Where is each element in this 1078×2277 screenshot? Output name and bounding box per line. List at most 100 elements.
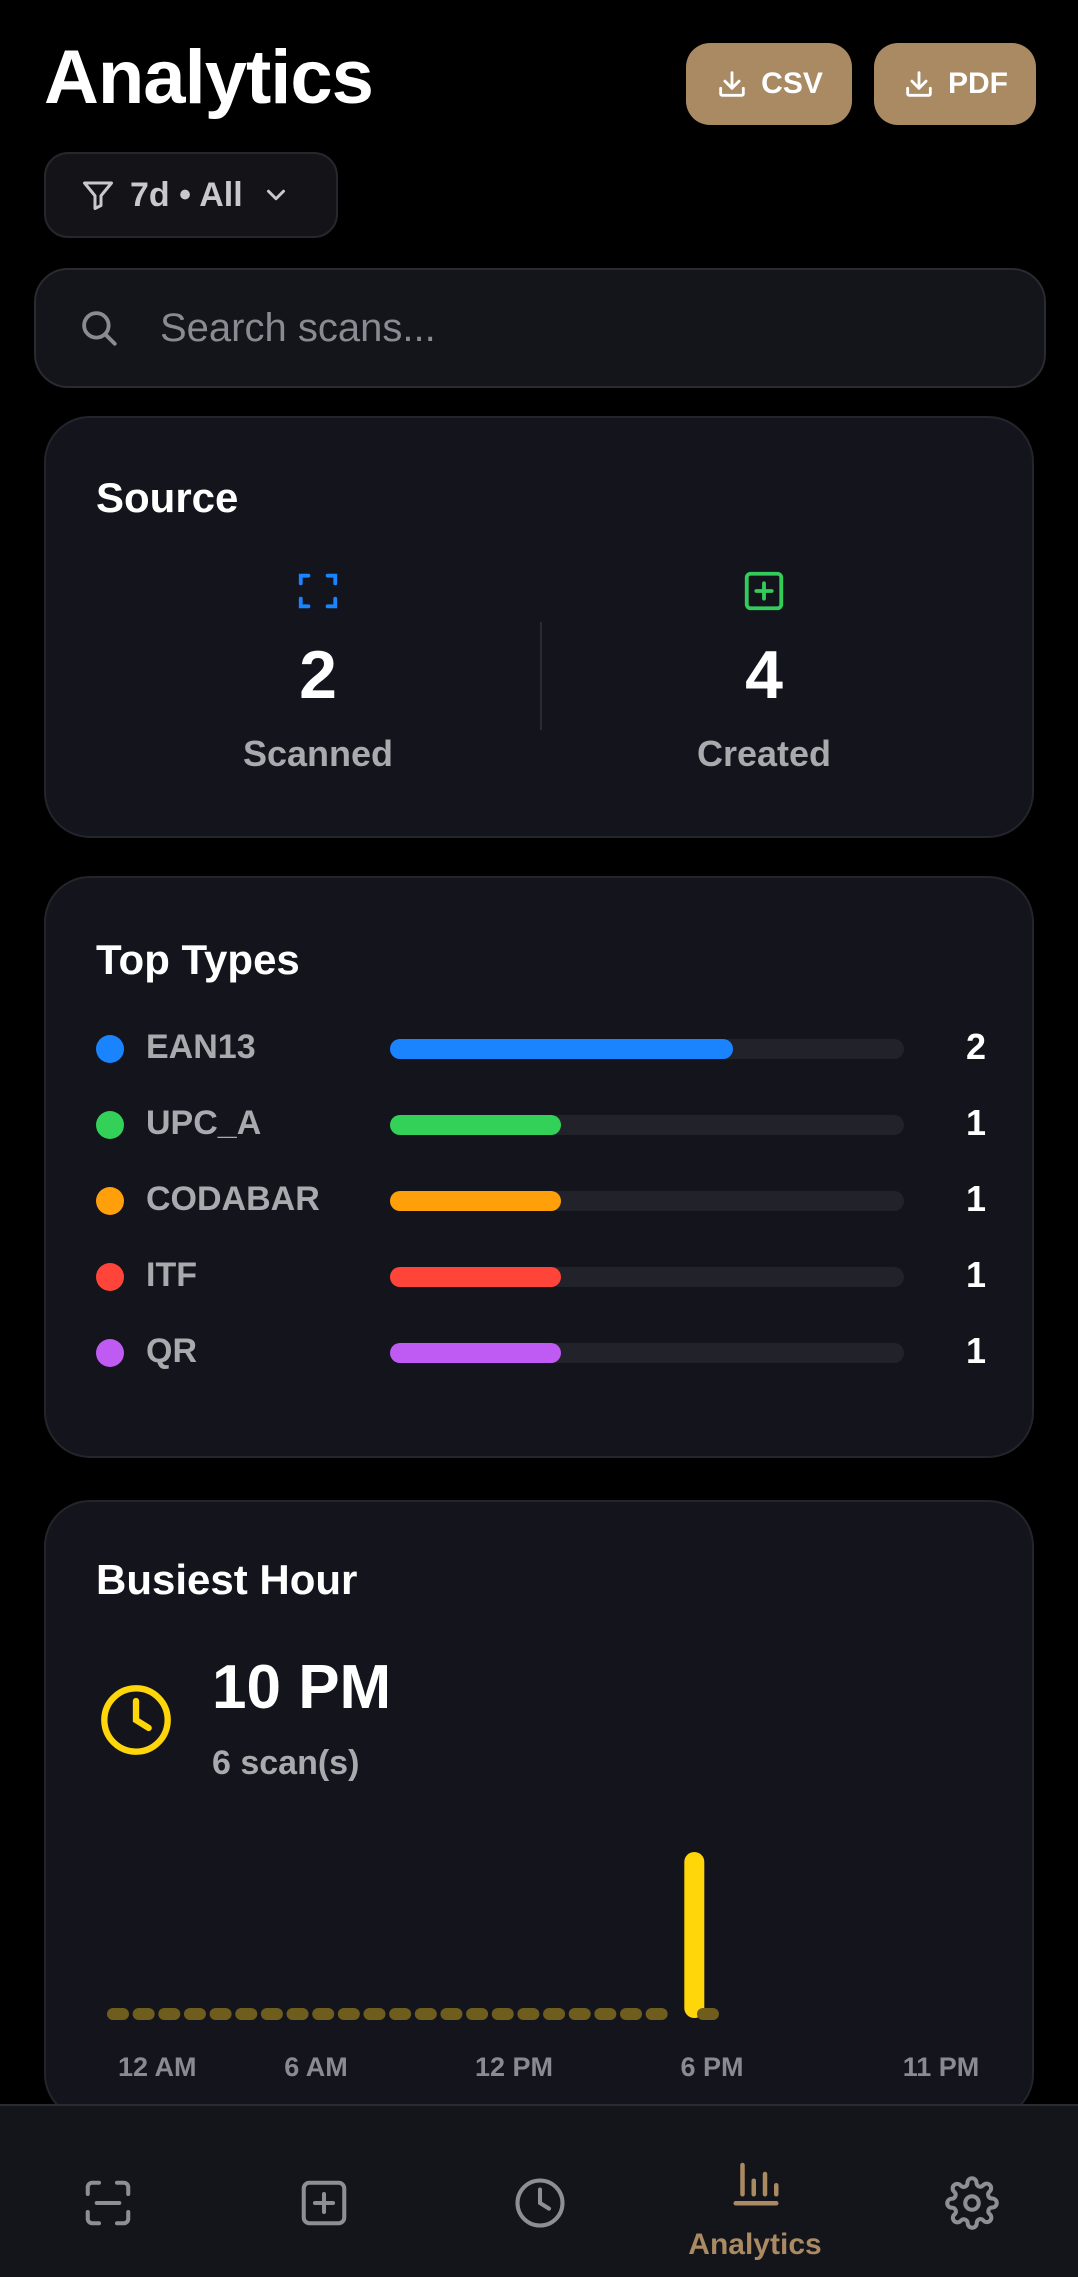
source-card: Source 2 Scanned 4 Created: [44, 416, 1034, 838]
x-tick-label: 12 PM: [475, 2052, 553, 2082]
type-progress-track: [390, 1191, 904, 1211]
hour-bar-empty: [286, 2008, 309, 2020]
type-progress-fill: [390, 1343, 562, 1363]
hour-bar-empty: [440, 2008, 463, 2020]
type-label: QR: [146, 1332, 197, 1370]
busiest-hour-title: Busiest Hour: [96, 1556, 358, 1603]
created-label: Created: [696, 733, 832, 774]
hour-bar-empty: [517, 2008, 540, 2020]
hour-bar-empty: [235, 2008, 258, 2020]
type-progress-fill: [390, 1039, 733, 1059]
hour-bar-empty: [568, 2008, 591, 2020]
page-title: Analytics: [44, 35, 374, 120]
filter-button[interactable]: 7d • All: [44, 152, 338, 238]
download-icon: [906, 71, 932, 97]
type-progress-track: [390, 1115, 904, 1135]
export-csv-button[interactable]: CSV: [686, 43, 852, 125]
type-progress-fill: [390, 1191, 562, 1211]
type-row: QR 1: [96, 1328, 986, 1378]
scanned-label: Scanned: [242, 733, 394, 774]
hour-bar-empty: [363, 2008, 386, 2020]
header: Analytics CSV PDF 7d • All: [0, 0, 1078, 260]
hour-bar-empty: [696, 2008, 719, 2020]
nav-settings[interactable]: [871, 2106, 1071, 2277]
scan-icon: [85, 2180, 131, 2226]
busiest-hour-count: 6 scan(s): [212, 1744, 360, 1782]
hourly-bar-chart: 12 AM 6 AM 12 PM 6 PM 11 PM: [107, 1852, 980, 2082]
bottom-nav: Analytics: [0, 2104, 1078, 2277]
filter-label: 7d • All: [130, 175, 243, 214]
created-count: 4: [745, 637, 783, 713]
hour-bar-empty: [337, 2008, 360, 2020]
x-tick-label: 6 PM: [680, 2052, 743, 2082]
type-row: EAN13 2: [96, 1024, 986, 1074]
hour-bar-empty: [389, 2008, 412, 2020]
nav-analytics[interactable]: Analytics: [655, 2106, 855, 2277]
type-row: CODABAR 1: [96, 1176, 986, 1226]
export-pdf-button[interactable]: PDF: [874, 43, 1036, 125]
scanned-stat: 2 Scanned: [168, 568, 468, 775]
scan-frame-icon: [298, 573, 338, 609]
busiest-hour-card: Busiest Hour 10 PM 6 scan(s) 12 AM 6 AM 12…: [44, 1500, 1034, 2120]
hour-bar-empty: [594, 2008, 617, 2020]
type-count: 2: [965, 1026, 986, 1067]
scanned-count: 2: [299, 637, 337, 713]
clock-icon: [515, 2178, 565, 2228]
hour-bar-empty: [158, 2008, 181, 2020]
nav-scan[interactable]: [7, 2106, 207, 2277]
type-count: 1: [965, 1178, 986, 1219]
source-title: Source: [96, 474, 239, 521]
nav-create[interactable]: [223, 2106, 423, 2277]
type-count: 1: [965, 1254, 986, 1295]
x-tick-label: 11 PM: [903, 2052, 980, 2082]
nav-analytics-label: Analytics: [688, 2228, 822, 2261]
type-label: ITF: [146, 1256, 197, 1294]
hour-bar-empty: [312, 2008, 335, 2020]
hour-bar-empty: [543, 2008, 566, 2020]
created-stat: 4 Created: [614, 568, 914, 775]
hour-bar: [684, 1852, 705, 2018]
x-tick-label: 6 AM: [284, 2052, 348, 2082]
type-count: 1: [965, 1330, 986, 1371]
plus-square-icon: [744, 571, 784, 611]
type-row: UPC_A 1: [96, 1100, 986, 1150]
type-label: CODABAR: [146, 1180, 320, 1218]
busiest-hour-value: 10 PM: [212, 1653, 392, 1722]
hour-bar-empty: [107, 2008, 129, 2020]
download-icon: [719, 71, 745, 97]
hour-bar-empty: [183, 2008, 206, 2020]
type-color-dot: [96, 1263, 124, 1291]
filter-icon: [83, 181, 113, 210]
hour-bar-empty: [645, 2008, 668, 2020]
type-label: UPC_A: [146, 1104, 262, 1142]
chevron-down-icon: [266, 189, 285, 201]
type-color-dot: [96, 1187, 124, 1215]
type-progress-track: [390, 1343, 904, 1363]
hour-bar-empty: [414, 2008, 437, 2020]
type-count: 1: [965, 1102, 986, 1143]
pdf-label: PDF: [948, 67, 1008, 100]
search-bar[interactable]: [34, 268, 1046, 388]
type-color-dot: [96, 1339, 124, 1367]
hour-bar-empty: [620, 2008, 642, 2020]
type-label: EAN13: [146, 1028, 256, 1066]
type-progress-fill: [390, 1267, 562, 1287]
type-progress-fill: [390, 1115, 562, 1135]
search-icon: [82, 311, 117, 346]
plus-square-icon: [301, 2180, 347, 2226]
type-progress-track: [390, 1039, 904, 1059]
csv-label: CSV: [761, 67, 823, 100]
hour-bar-empty: [491, 2008, 514, 2020]
search-input[interactable]: [158, 304, 982, 352]
hour-bar-empty: [132, 2008, 155, 2020]
hour-bar-empty: [260, 2008, 283, 2020]
type-row: ITF 1: [96, 1252, 986, 1302]
type-progress-track: [390, 1267, 904, 1287]
gear-icon: [945, 2176, 999, 2230]
nav-history[interactable]: [439, 2106, 639, 2277]
divider: [540, 622, 542, 730]
top-types-title: Top Types: [96, 936, 300, 983]
x-tick-label: 12 AM: [118, 2052, 197, 2082]
type-color-dot: [96, 1035, 124, 1063]
hour-bar-empty: [209, 2008, 232, 2020]
